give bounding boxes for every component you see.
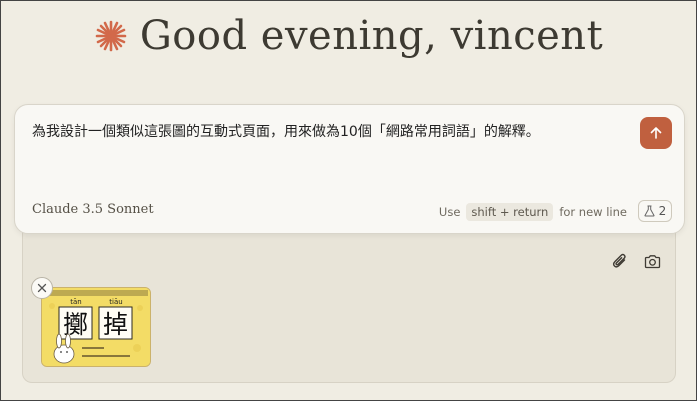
- attach-file-button[interactable]: [610, 251, 630, 271]
- hint-suffix: for new line: [559, 205, 627, 219]
- paperclip-icon: [612, 253, 626, 268]
- project-knowledge-button[interactable]: 2: [638, 200, 672, 222]
- image-attachment-thumbnail[interactable]: tān tiāu 擲 掉: [41, 287, 151, 367]
- model-selector[interactable]: Claude 3.5 Sonnet: [32, 202, 154, 217]
- pinyin-left: tān: [70, 298, 81, 306]
- greeting-title: Good evening, vincent: [139, 13, 604, 59]
- pinyin-right: tiāu: [109, 298, 122, 306]
- flask-icon: [644, 205, 655, 217]
- greeting-header: Good evening, vincent: [1, 13, 696, 59]
- newline-hint: Use shift + return for new line: [439, 203, 627, 221]
- send-button[interactable]: [640, 117, 672, 149]
- prompt-input[interactable]: 為我設計一個類似這張圖的互動式頁面，用來做為10個「網路常用詞語」的解釋。: [32, 121, 622, 143]
- arrow-up-icon: [650, 127, 662, 139]
- hint-key: shift + return: [466, 203, 554, 221]
- char-right: 掉: [103, 310, 128, 339]
- camera-icon: [644, 254, 660, 268]
- remove-attachment-button[interactable]: [31, 277, 53, 299]
- message-composer[interactable]: 為我設計一個類似這張圖的互動式頁面，用來做為10個「網路常用詞語」的解釋。 Cl…: [14, 104, 685, 234]
- project-count: 2: [658, 204, 667, 218]
- screenshot-button[interactable]: [642, 251, 662, 271]
- hint-prefix: Use: [438, 205, 461, 219]
- close-icon: [37, 283, 47, 293]
- sparkle-icon: [95, 20, 127, 52]
